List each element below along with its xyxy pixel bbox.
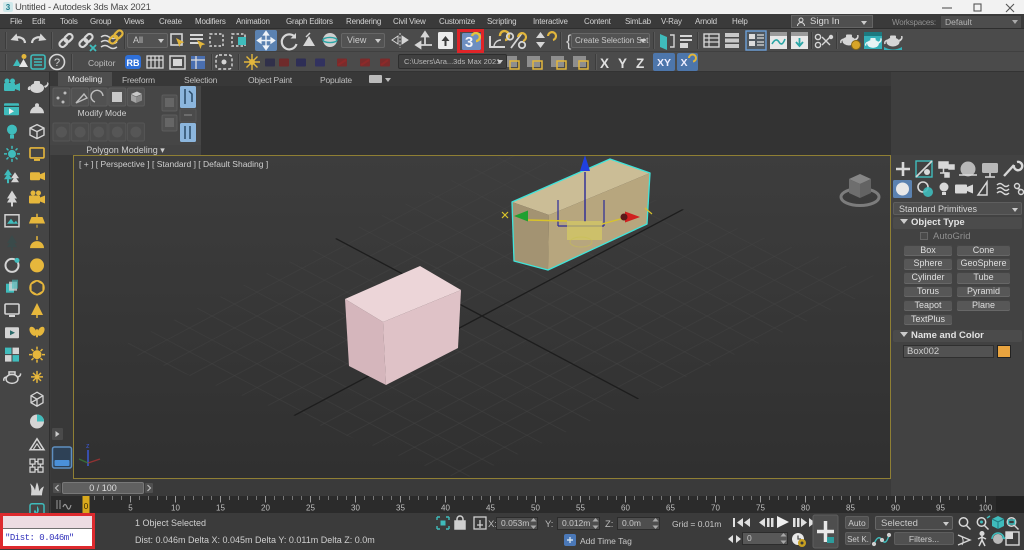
svg-text:RB: RB <box>127 58 140 68</box>
svg-text:Copitor: Copitor <box>88 58 116 68</box>
svg-text:80: 80 <box>801 504 810 513</box>
svg-text:XY: XY <box>657 57 671 69</box>
svg-text:60: 60 <box>621 504 630 513</box>
svg-text:90: 90 <box>891 504 900 513</box>
svg-text:Grid = 0.01m: Grid = 0.01m <box>672 519 721 529</box>
svg-text:10: 10 <box>171 504 180 513</box>
svg-text:95: 95 <box>936 504 945 513</box>
svg-text:0: 0 <box>84 502 89 511</box>
svg-text:45: 45 <box>486 504 495 513</box>
svg-text:3: 3 <box>6 3 11 12</box>
svg-text:85: 85 <box>846 504 855 513</box>
svg-text:?: ? <box>54 57 60 69</box>
svg-text:100: 100 <box>979 504 993 513</box>
svg-text:Z: Z <box>636 56 644 71</box>
svg-text:50: 50 <box>531 504 540 513</box>
svg-text:15: 15 <box>216 504 225 513</box>
svg-text:65: 65 <box>666 504 675 513</box>
svg-text:75: 75 <box>756 504 765 513</box>
svg-text:Modify Mode: Modify Mode <box>78 108 127 118</box>
svg-text:Add Time Tag: Add Time Tag <box>580 536 632 546</box>
svg-text:25: 25 <box>306 504 315 513</box>
svg-text:5: 5 <box>128 504 133 513</box>
svg-text:Z:: Z: <box>605 519 613 530</box>
svg-text:X: X <box>680 57 687 69</box>
svg-text:Y: Y <box>618 56 627 71</box>
svg-text:20: 20 <box>261 504 270 513</box>
svg-text:55: 55 <box>576 504 585 513</box>
svg-text:z: z <box>86 443 90 450</box>
svg-text:70: 70 <box>711 504 720 513</box>
svg-text:X: X <box>600 56 609 71</box>
svg-text:40: 40 <box>441 504 450 513</box>
svg-text:30: 30 <box>351 504 360 513</box>
svg-text:35: 35 <box>396 504 405 513</box>
svg-text:Y:: Y: <box>545 519 553 530</box>
